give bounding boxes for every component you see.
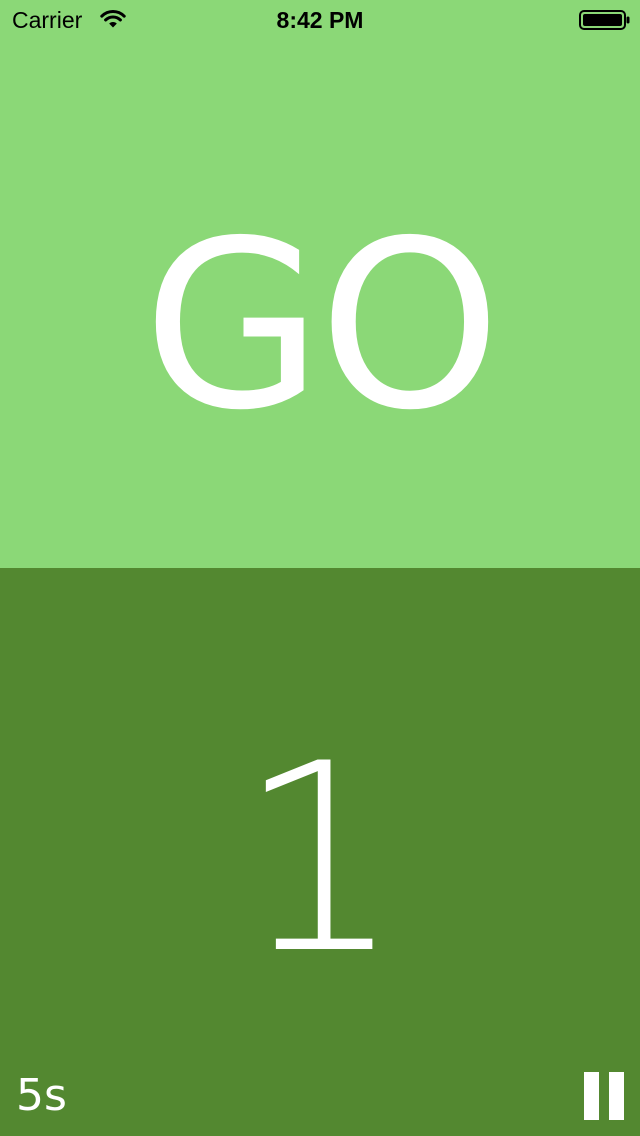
timer-screen: GO 1 5s Carrier 8:42 PM [0,0,640,1136]
pause-bar-right [609,1072,624,1120]
pause-button[interactable] [576,1064,632,1128]
interval-label: 5s [16,1070,67,1121]
pause-bar-left [584,1072,599,1120]
status-time: 8:42 PM [276,7,364,33]
phase-panel: GO [0,0,640,568]
battery-full-icon [579,10,630,30]
status-bar: Carrier 8:42 PM [0,0,640,40]
countdown-number: 1 [237,709,403,1011]
phase-label: GO [142,191,501,461]
